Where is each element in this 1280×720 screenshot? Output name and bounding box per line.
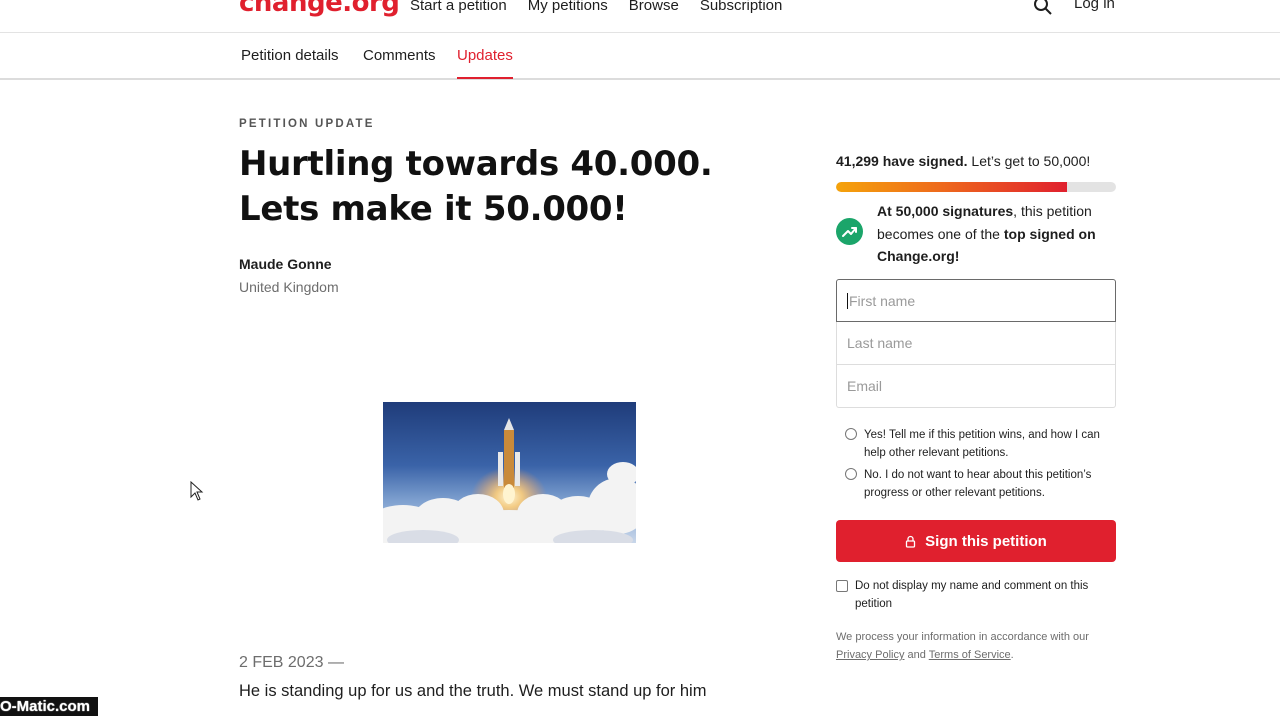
update-eyebrow: PETITION UPDATE [239, 118, 375, 130]
hide-name-checkbox[interactable] [836, 580, 848, 592]
top-nav: Start a petition My petitions Browse Sub… [410, 0, 782, 14]
privacy-notice: We process your information in accordanc… [836, 628, 1121, 664]
hide-name-label: Do not display my name and comment on th… [855, 580, 1089, 610]
text-caret [847, 293, 848, 309]
progress-fill [836, 182, 1068, 192]
signature-count: 41,299 have signed. Let’s get to 50,000! [836, 153, 1090, 169]
sign-button-label: Sign this petition [925, 532, 1047, 550]
last-name-placeholder: Last name [847, 335, 913, 351]
nav-start-petition[interactable]: Start a petition [410, 0, 507, 14]
search-icon[interactable] [1033, 0, 1053, 16]
opt-out-label: No. I do not want to hear about this pet… [864, 469, 1092, 499]
petition-tabs: Petition details Comments Updates [0, 33, 1280, 80]
update-date: 2 FEB 2023 — [239, 654, 344, 671]
nav-my-petitions[interactable]: My petitions [528, 0, 608, 14]
first-name-placeholder: First name [849, 293, 916, 309]
privacy-policy-link[interactable]: Privacy Policy [836, 649, 904, 661]
update-body: He is standing up for us and the truth. … [239, 682, 707, 700]
mouse-cursor-icon [190, 481, 204, 501]
last-name-field[interactable]: Last name [836, 322, 1116, 365]
opt-in-radio[interactable] [845, 428, 857, 440]
signed-count-bold: 41,299 have signed. [836, 153, 968, 169]
rocket-launch-image [383, 402, 636, 543]
login-link[interactable]: Log in [1074, 0, 1115, 12]
opt-in-label: Yes! Tell me if this petition wins, and … [864, 429, 1100, 459]
tab-updates[interactable]: Updates [457, 47, 513, 79]
opt-out-radio[interactable] [845, 468, 857, 480]
terms-of-service-link[interactable]: Terms of Service [929, 649, 1011, 661]
signed-goal-text: Let’s get to 50,000! [967, 153, 1091, 169]
legal-prefix: We process your information in accordanc… [836, 631, 1089, 643]
email-field[interactable]: Email [836, 365, 1116, 408]
email-placeholder: Email [847, 378, 883, 394]
goal-message: At 50,000 signatures, this petition beco… [877, 200, 1117, 268]
tab-comments[interactable]: Comments [363, 47, 436, 64]
author-name: Maude Gonne [239, 256, 332, 272]
sign-petition-button[interactable]: Sign this petition [836, 520, 1116, 562]
first-name-field[interactable]: First name [836, 279, 1116, 322]
legal-suffix: . [1010, 649, 1014, 661]
goal-bold: At 50,000 signatures [877, 203, 1014, 219]
site-header: change.org Start a petition My petitions… [0, 0, 1280, 33]
author-location: United Kingdom [239, 279, 339, 295]
legal-and: and [904, 649, 929, 661]
trending-up-icon [836, 218, 863, 245]
lock-icon [906, 535, 916, 548]
tab-petition-details[interactable]: Petition details [241, 47, 339, 64]
nav-browse[interactable]: Browse [629, 0, 679, 14]
update-title: Hurtling towards 40.000. Lets make it 50… [239, 144, 713, 229]
change-org-logo[interactable]: change.org [239, 0, 400, 18]
signature-progress-bar [836, 182, 1116, 192]
nav-subscription[interactable]: Subscription [700, 0, 783, 14]
watermark: O-Matic.com [0, 697, 98, 716]
